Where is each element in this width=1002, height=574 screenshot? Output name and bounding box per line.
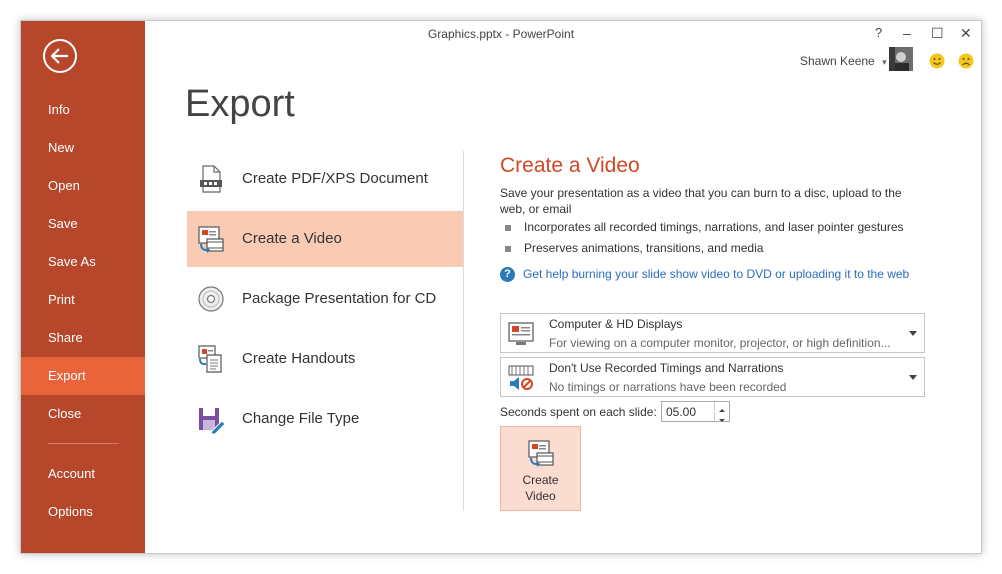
- nav-divider: [48, 443, 119, 444]
- chevron-down-icon: ▾: [882, 57, 887, 67]
- user-account-menu[interactable]: Shawn Keene ▾: [800, 54, 887, 68]
- dropdown-main-text: Don't Use Recorded Timings and Narration…: [549, 361, 784, 375]
- dropdown-sub-text: No timings or narrations have been recor…: [549, 380, 787, 394]
- seconds-input[interactable]: [666, 404, 712, 419]
- pane-divider: [463, 151, 464, 511]
- option-create-video[interactable]: Create a Video: [187, 211, 464, 267]
- nav-share[interactable]: Share: [21, 319, 145, 357]
- seconds-label: Seconds spent on each slide:: [500, 405, 657, 419]
- create-video-label: Create Video: [501, 472, 580, 504]
- chevron-down-icon: [719, 419, 725, 422]
- nav-save[interactable]: Save: [21, 205, 145, 243]
- nav-options[interactable]: Options: [21, 493, 145, 531]
- nav-open[interactable]: Open: [21, 167, 145, 205]
- user-photo-icon: [889, 47, 913, 71]
- option-change-file-type[interactable]: Change File Type: [187, 391, 464, 447]
- option-create-pdf-xps[interactable]: Create PDF/XPS Document: [187, 151, 464, 207]
- option-create-handouts[interactable]: Create Handouts: [187, 331, 464, 387]
- bullet-icon: [505, 246, 511, 252]
- powerpoint-window: Info New Open Save Save As Print Share E…: [20, 20, 982, 554]
- create-video-label-line1: Create: [522, 473, 559, 487]
- pdf-document-icon: [200, 165, 222, 193]
- option-label: Create Handouts: [242, 350, 356, 367]
- video-pane-title: Create a Video: [500, 154, 640, 177]
- nav-info[interactable]: Info: [21, 91, 145, 129]
- narration-disabled-icon: [508, 365, 534, 390]
- bullet-icon: [505, 225, 511, 231]
- help-button[interactable]: ?: [875, 25, 882, 40]
- file-type-icon: [199, 408, 226, 435]
- dropdown-sub-text: For viewing on a computer monitor, proje…: [549, 336, 891, 350]
- option-package-cd[interactable]: Package Presentation for CD: [187, 271, 464, 327]
- back-arrow-icon: [51, 48, 68, 64]
- stepper-down-button[interactable]: [714, 412, 729, 422]
- user-name: Shawn Keene: [800, 54, 875, 68]
- maximize-button[interactable]: ☐: [931, 25, 944, 42]
- nav-save-as[interactable]: Save As: [21, 243, 145, 281]
- option-label: Create PDF/XPS Document: [242, 170, 428, 187]
- video-icon: [528, 440, 554, 467]
- dropdown-arrow-icon: [909, 375, 917, 380]
- cd-icon: [198, 286, 224, 312]
- seconds-stepper: [661, 401, 730, 422]
- smile-feedback-icon[interactable]: [929, 53, 945, 69]
- dropdown-main-text: Computer & HD Displays: [549, 317, 683, 331]
- frown-feedback-icon[interactable]: [958, 53, 974, 69]
- back-button[interactable]: [43, 39, 77, 73]
- close-button[interactable]: ✕: [960, 25, 972, 42]
- bullet-text: Incorporates all recorded timings, narra…: [524, 220, 904, 234]
- video-pane-description: Save your presentation as a video that y…: [500, 186, 902, 216]
- monitor-display-icon: [508, 322, 534, 345]
- timings-dropdown[interactable]: Don't Use Recorded Timings and Narration…: [500, 357, 925, 397]
- nav-new[interactable]: New: [21, 129, 145, 167]
- handouts-icon: [198, 345, 222, 373]
- help-link[interactable]: ? Get help burning your slide show video …: [500, 267, 910, 283]
- option-label: Create a Video: [242, 230, 342, 247]
- avatar[interactable]: [889, 47, 913, 71]
- question-icon: ?: [500, 267, 515, 283]
- window-title: Graphics.pptx - PowerPoint: [427, 27, 575, 41]
- create-video-button[interactable]: Create Video: [500, 426, 581, 511]
- video-quality-dropdown[interactable]: Computer & HD Displays For viewing on a …: [500, 313, 925, 353]
- nav-account[interactable]: Account: [21, 455, 145, 493]
- nav-close[interactable]: Close: [21, 395, 145, 433]
- video-icon: [198, 226, 224, 253]
- minimize-button[interactable]: –: [903, 25, 911, 41]
- option-label: Package Presentation for CD: [242, 290, 437, 307]
- create-video-label-line2: Video: [525, 489, 556, 503]
- dropdown-arrow-icon: [909, 331, 917, 336]
- bullet-text: Preserves animations, transitions, and m…: [524, 241, 764, 255]
- backstage-sidebar: Info New Open Save Save As Print Share E…: [21, 21, 145, 553]
- stepper-up-button[interactable]: [714, 402, 729, 412]
- help-link-text: Get help burning your slide show video t…: [523, 267, 910, 281]
- nav-print[interactable]: Print: [21, 281, 145, 319]
- nav-export[interactable]: Export: [21, 357, 145, 395]
- option-label: Change File Type: [242, 410, 360, 427]
- page-title: Export: [185, 83, 295, 125]
